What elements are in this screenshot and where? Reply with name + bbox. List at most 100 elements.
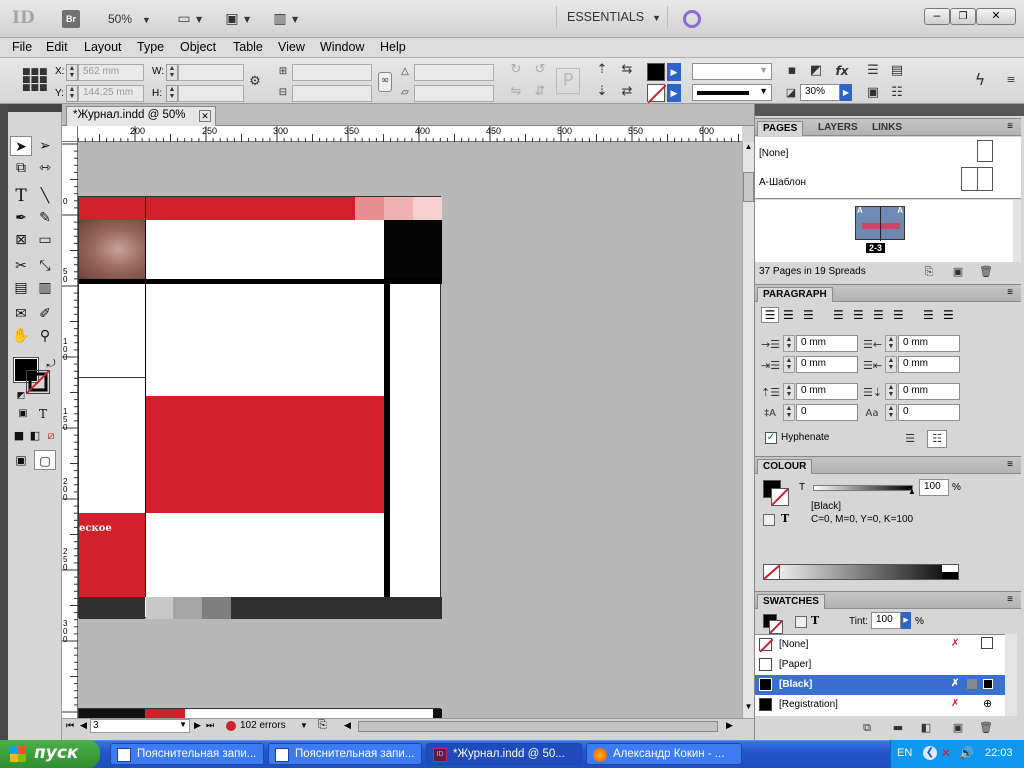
tint-slider[interactable] [813, 485, 913, 491]
bridge-button[interactable]: Br [62, 10, 80, 28]
formatting-text-icon[interactable]: T [811, 614, 819, 627]
opacity-field[interactable]: 30% [800, 84, 840, 101]
horizontal-ruler[interactable]: 200 250 300 350 400 450 500 550 600 [62, 126, 742, 142]
type-tool-icon[interactable]: T [10, 186, 32, 206]
text-wrap-icon[interactable]: ☰ [864, 63, 882, 79]
ruler-origin[interactable] [62, 126, 78, 142]
black-swatch[interactable] [942, 572, 958, 579]
y-field[interactable]: 144,25 mm [78, 85, 144, 102]
drop-cap-lines-field[interactable]: 0 [796, 404, 858, 421]
rotation-field[interactable] [414, 64, 494, 81]
panel-menu-icon[interactable]: ≡ [1007, 459, 1013, 470]
start-button[interactable]: пуск [0, 740, 100, 768]
close-button[interactable]: ✕ [976, 8, 1016, 25]
tab-swatches[interactable]: SWATCHES [757, 594, 825, 609]
collapse-strip[interactable] [0, 104, 8, 740]
footer-gray-3[interactable] [202, 597, 231, 619]
x-field[interactable]: 562 mm [78, 64, 144, 81]
x-stepper[interactable]: ▲ ▼ [66, 64, 78, 81]
language-indicator[interactable]: EN [897, 747, 912, 759]
preflight-errors[interactable]: 102 errors [240, 720, 286, 731]
gradient-swatch-icon[interactable]: ▤ [10, 278, 32, 298]
align-away-spine-icon[interactable]: ☰ [943, 308, 954, 322]
swatch-row-black[interactable]: [Black] ✗ [755, 675, 1005, 695]
formatting-container-icon[interactable] [763, 514, 775, 526]
drop-lines-stepper[interactable]: ▲ ▼ [783, 404, 795, 421]
colour-ramp[interactable] [763, 564, 959, 580]
swatch-options-icon[interactable]: ◧ [919, 720, 933, 736]
last-line-indent-field[interactable]: 0 mm [898, 356, 960, 373]
line-tool-icon[interactable]: ╲ [34, 186, 56, 206]
last-indent-stepper[interactable]: ▲ ▼ [885, 356, 897, 373]
page-size-icon[interactable]: ⎘ [921, 264, 937, 280]
hyphenate-checkbox[interactable]: ✓ [765, 432, 777, 444]
scale-x-field[interactable] [292, 64, 372, 81]
new-page-icon[interactable]: ▣ [951, 264, 965, 280]
page-tool-icon[interactable]: ⧉ [10, 158, 32, 178]
pages-scrollbar[interactable] [1013, 200, 1021, 262]
menu-file[interactable]: File [12, 40, 32, 54]
h-field[interactable] [178, 85, 244, 102]
menu-help[interactable]: Help [380, 40, 406, 54]
scissors-tool-icon[interactable]: ✂ [10, 256, 32, 276]
taskbar-item-word-2[interactable]: Пояснительная запи... [268, 743, 422, 765]
workspace-switcher[interactable]: ESSENTIALS ▼ [556, 6, 668, 28]
panel-menu-icon[interactable]: ≡ [1007, 121, 1013, 132]
minimize-button[interactable]: – [924, 8, 950, 25]
formatting-container-icon[interactable] [795, 616, 807, 628]
menu-type[interactable]: Type [137, 40, 164, 54]
scale-y-field[interactable] [292, 85, 372, 102]
menu-layout[interactable]: Layout [84, 40, 122, 54]
auto-fit-icon[interactable]: ▤ [888, 63, 906, 79]
panel-menu-icon[interactable]: ≡ [1007, 287, 1013, 298]
stroke-swatch[interactable] [647, 84, 667, 104]
colour-tint-field[interactable]: 100 [919, 479, 949, 496]
free-transform-icon[interactable]: ⤡ [34, 256, 56, 276]
taskbar-item-word-1[interactable]: Пояснительная запи... [110, 743, 264, 765]
slider-handle-icon[interactable]: ▲ [908, 487, 916, 496]
stroke-weight-field[interactable]: ▼ [692, 63, 772, 80]
menu-object[interactable]: Object [180, 40, 216, 54]
pen-tool-icon[interactable]: ✒ [10, 208, 32, 228]
space-before-field[interactable]: 0 mm [796, 383, 858, 400]
tray-app-icon[interactable]: ❮ [923, 746, 937, 760]
swatch-row-registration[interactable]: [Registration] ✗ ⊕ [755, 695, 1005, 715]
swap-fill-stroke-icon[interactable]: ⤾ [40, 354, 62, 374]
left-indent-field[interactable]: 0 mm [796, 335, 858, 352]
next-page-icon[interactable]: ▶ [194, 720, 201, 731]
header-pink-1[interactable] [355, 197, 384, 220]
first-line-indent-field[interactable]: 0 mm [796, 356, 858, 373]
tray-network-icon[interactable]: ✕ [941, 746, 955, 760]
screen-mode-button[interactable]: ▣ ▼ [222, 10, 258, 28]
swatch-tint-dropdown[interactable]: ▶ [901, 612, 911, 629]
rectangle-frame-icon[interactable]: ⊠ [10, 230, 32, 250]
tray-volume-icon[interactable]: 🔊 [959, 746, 974, 760]
select-content-icon[interactable]: ⇣ [594, 84, 610, 100]
reference-point-icon[interactable]: ■■■ ■■■ ■■■ [22, 68, 48, 93]
fx-icon[interactable]: fx [832, 63, 852, 79]
flip-horizontal-icon[interactable]: ⇋ [508, 84, 524, 100]
note-tool-icon[interactable]: ✉ [10, 304, 32, 324]
space-after-field[interactable]: 0 mm [898, 383, 960, 400]
selection-tool-icon[interactable]: ➤ [10, 136, 32, 156]
close-tab-icon[interactable]: ✕ [199, 110, 211, 122]
footer-dark-left[interactable] [79, 597, 145, 619]
vertical-black-rule[interactable] [384, 283, 390, 597]
formatting-text-icon[interactable]: T [781, 512, 789, 525]
white-swatch[interactable] [942, 565, 958, 572]
footer-dark-right[interactable] [231, 597, 442, 619]
fit-frame-icon[interactable]: ▣ [864, 85, 882, 101]
chevron-down-icon[interactable]: ▼ [300, 721, 308, 730]
swatch-row-paper[interactable]: [Paper] [755, 655, 1005, 675]
document-tab[interactable]: *Журнал.indd @ 50% ✕ [66, 106, 216, 126]
scroll-down-icon[interactable]: ▼ [743, 702, 754, 714]
new-swatch-icon[interactable]: ▣ [951, 720, 965, 736]
flip-vertical-icon[interactable]: ⇵ [532, 84, 548, 100]
align-right-icon[interactable]: ☰ [803, 308, 814, 322]
y-stepper[interactable]: ▲ ▼ [66, 85, 78, 102]
trash-icon[interactable]: 🗑 [979, 720, 993, 736]
menu-edit[interactable]: Edit [46, 40, 68, 54]
align-center-icon[interactable]: ☰ [783, 308, 794, 322]
preview-view-icon[interactable]: ▢ [34, 450, 56, 470]
first-indent-stepper[interactable]: ▲ ▼ [783, 356, 795, 373]
